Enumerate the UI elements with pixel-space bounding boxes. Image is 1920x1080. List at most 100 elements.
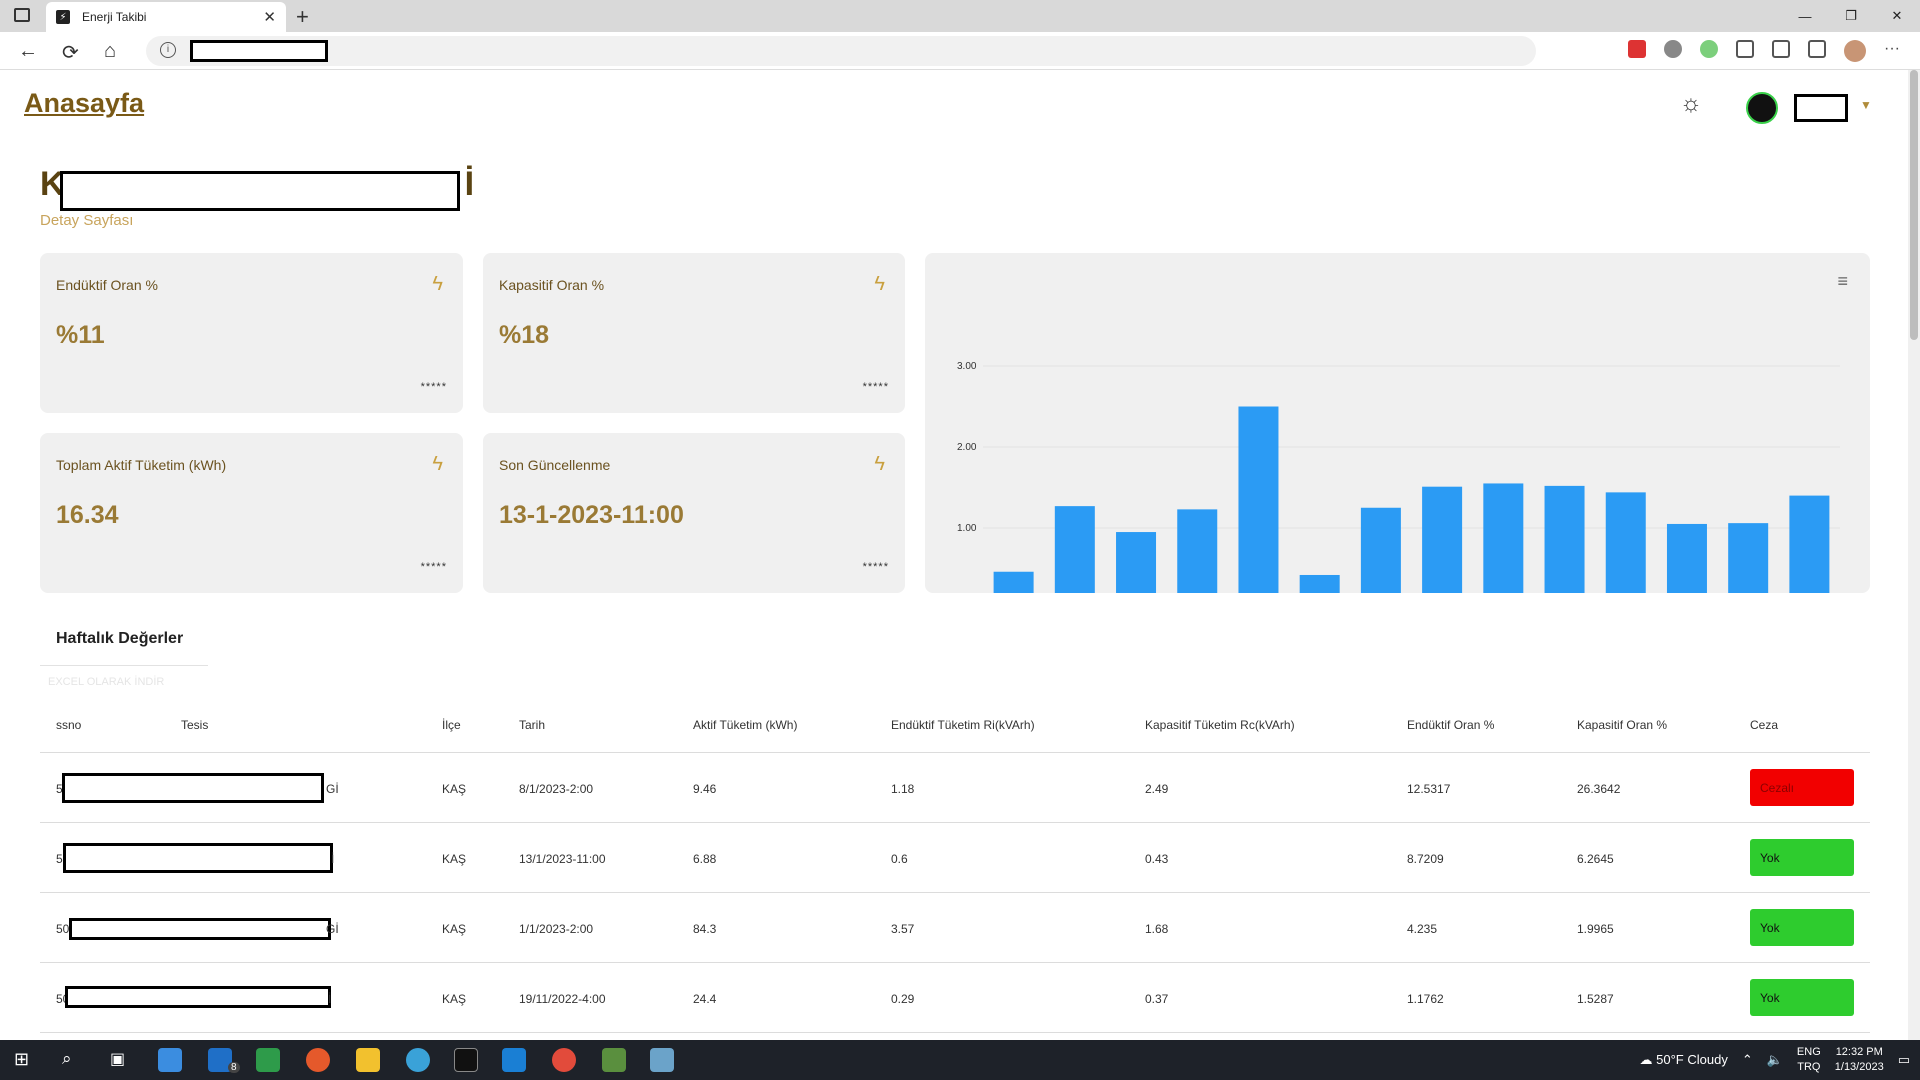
col-header-ssno[interactable]: ssno: [56, 718, 81, 732]
card-footer: *****: [420, 381, 447, 393]
edge-icon[interactable]: [406, 1048, 430, 1072]
col-header-ceza[interactable]: Ceza: [1750, 718, 1778, 732]
redacted-username[interactable]: [1794, 94, 1848, 122]
card-toplam-aktif-tuketim: Toplam Aktif Tüketim (kWh) 16.34 ϟ *****: [40, 433, 463, 593]
restore-button[interactable]: ❐: [1828, 0, 1874, 32]
tray-chevron-icon[interactable]: ⌃: [1742, 1052, 1753, 1068]
cell-kapasitif-oran: 1.9965: [1577, 922, 1614, 936]
y-tick-label: 1.00: [957, 523, 977, 534]
chart-bar[interactable]: [1544, 485, 1585, 609]
tab-close-icon[interactable]: ✕: [263, 8, 276, 26]
profile-avatar[interactable]: [1844, 40, 1867, 62]
excel-icon[interactable]: [256, 1048, 280, 1072]
chevron-down-icon[interactable]: ▼: [1860, 98, 1872, 112]
cell-enduktif: 1.18: [891, 782, 915, 796]
home-icon[interactable]: ⌂: [104, 40, 116, 63]
reload-icon[interactable]: ⟳: [62, 40, 79, 65]
language-indicator[interactable]: ENG TRQ: [1797, 1045, 1821, 1075]
chart-bar[interactable]: [1605, 492, 1646, 609]
card-label: Son Güncellenme: [499, 457, 611, 473]
bolt-icon: ϟ: [874, 453, 885, 475]
vscode-icon[interactable]: [502, 1048, 526, 1072]
row-divider: [40, 1032, 1870, 1033]
user-logo-icon[interactable]: [1746, 92, 1778, 124]
browser-toolbar: ← ⟳ ⌂ i ···: [0, 32, 1920, 70]
redacted-tesis: [65, 986, 331, 1008]
chart-bar[interactable]: [1360, 507, 1401, 609]
task-view-icon[interactable]: ▣: [110, 1049, 125, 1069]
col-header-kapasitif[interactable]: Kapasitif Tüketim Rc(kVArh): [1145, 718, 1295, 732]
theme-toggle-icon[interactable]: ☼: [1680, 90, 1702, 118]
chart-bar[interactable]: [1728, 523, 1769, 609]
store-icon[interactable]: [158, 1048, 182, 1072]
chart-bar[interactable]: [993, 571, 1034, 609]
browser-actions: ···: [1628, 40, 1900, 62]
col-header-tarih[interactable]: Tarih: [519, 718, 545, 732]
chart-bar[interactable]: [1177, 509, 1218, 609]
chart-bar[interactable]: [1483, 483, 1524, 609]
cell-kapasitif-oran: 6.2645: [1577, 852, 1614, 866]
col-header-enduktif[interactable]: Endüktif Tüketim Ri(kVArh): [891, 718, 1035, 732]
collections-icon[interactable]: [1808, 40, 1827, 58]
chart-bar[interactable]: [1238, 406, 1279, 609]
cell-enduktif: 0.29: [891, 992, 915, 1006]
chart-bar[interactable]: [1054, 506, 1095, 609]
windows-start-icon[interactable]: ⊞: [14, 1049, 29, 1070]
col-header-aktif[interactable]: Aktif Tüketim (kWh): [693, 718, 797, 732]
extensions-icon[interactable]: [1736, 40, 1755, 58]
col-header-kapasitif-oran[interactable]: Kapasitif Oran %: [1577, 718, 1667, 732]
minimize-button[interactable]: —: [1782, 0, 1828, 32]
chart-bar[interactable]: [1299, 574, 1340, 609]
scrollbar-thumb[interactable]: [1910, 70, 1918, 340]
home-link[interactable]: Anasayfa: [24, 88, 144, 119]
card-footer: *****: [862, 561, 889, 573]
weather-widget[interactable]: ☁ 50°F Cloudy: [1640, 1052, 1728, 1068]
extension-icon[interactable]: [1628, 40, 1647, 58]
close-window-button[interactable]: ✕: [1874, 0, 1920, 32]
excel-download-button[interactable]: EXCEL OLARAK İNDİR: [48, 676, 164, 688]
col-header-tesis[interactable]: Tesis: [181, 718, 208, 732]
chart-bar[interactable]: [1666, 523, 1707, 609]
card-value: 13-1-2023-11:00: [499, 501, 684, 529]
card-son-guncellenme: Son Güncellenme 13-1-2023-11:00 ϟ *****: [483, 433, 905, 593]
extension-icon[interactable]: [1700, 40, 1719, 58]
cell-aktif: 9.46: [693, 782, 717, 796]
browser-tabbar: ⚡ Enerji Takibi ✕ + — ❐ ✕: [0, 0, 1920, 32]
col-header-enduktif-oran[interactable]: Endüktif Oran %: [1407, 718, 1494, 732]
y-tick-label: 3.00: [957, 361, 977, 372]
chart-menu-icon[interactable]: ≡: [1837, 271, 1848, 292]
mail-badge: 8: [228, 1062, 240, 1073]
firefox-icon[interactable]: [306, 1048, 330, 1072]
chart-bar[interactable]: [1422, 486, 1463, 609]
file-explorer-icon[interactable]: [356, 1048, 380, 1072]
cell-ilce: KAŞ: [442, 782, 467, 796]
cell-tesis: İ: [328, 992, 332, 1006]
new-tab-button[interactable]: +: [296, 4, 309, 30]
chart-bar[interactable]: [1116, 532, 1157, 609]
page-scrollbar[interactable]: [1908, 70, 1920, 1040]
notifications-icon[interactable]: ▭: [1898, 1052, 1910, 1068]
chrome-icon[interactable]: [552, 1048, 576, 1072]
app-icon[interactable]: [602, 1048, 626, 1072]
tab-actions-icon[interactable]: [14, 8, 30, 22]
app-icon[interactable]: [650, 1048, 674, 1072]
address-bar[interactable]: i: [146, 36, 1536, 66]
favorites-icon[interactable]: [1772, 40, 1791, 58]
tab-enerji-takibi[interactable]: ⚡ Enerji Takibi ✕: [46, 2, 286, 32]
volume-icon[interactable]: 🔈: [1767, 1052, 1783, 1068]
clock[interactable]: 12:32 PM 1/13/2023: [1835, 1045, 1884, 1075]
cell-kapasitif-oran: 26.3642: [1577, 782, 1621, 796]
col-header-ilce[interactable]: İlçe: [442, 718, 461, 732]
card-value: %18: [499, 321, 550, 349]
extension-icon[interactable]: [1664, 40, 1683, 58]
chart-bar[interactable]: [1789, 495, 1830, 609]
search-icon[interactable]: ⌕: [62, 1049, 72, 1069]
site-info-icon[interactable]: i: [160, 42, 176, 58]
redacted-tesis: [62, 773, 324, 803]
back-icon[interactable]: ←: [18, 40, 38, 63]
cell-enduktif: 3.57: [891, 922, 915, 936]
cell-aktif: 24.4: [693, 992, 717, 1006]
row-divider: [40, 962, 1870, 963]
terminal-icon[interactable]: [454, 1048, 478, 1072]
more-menu-icon[interactable]: ···: [1884, 40, 1900, 62]
